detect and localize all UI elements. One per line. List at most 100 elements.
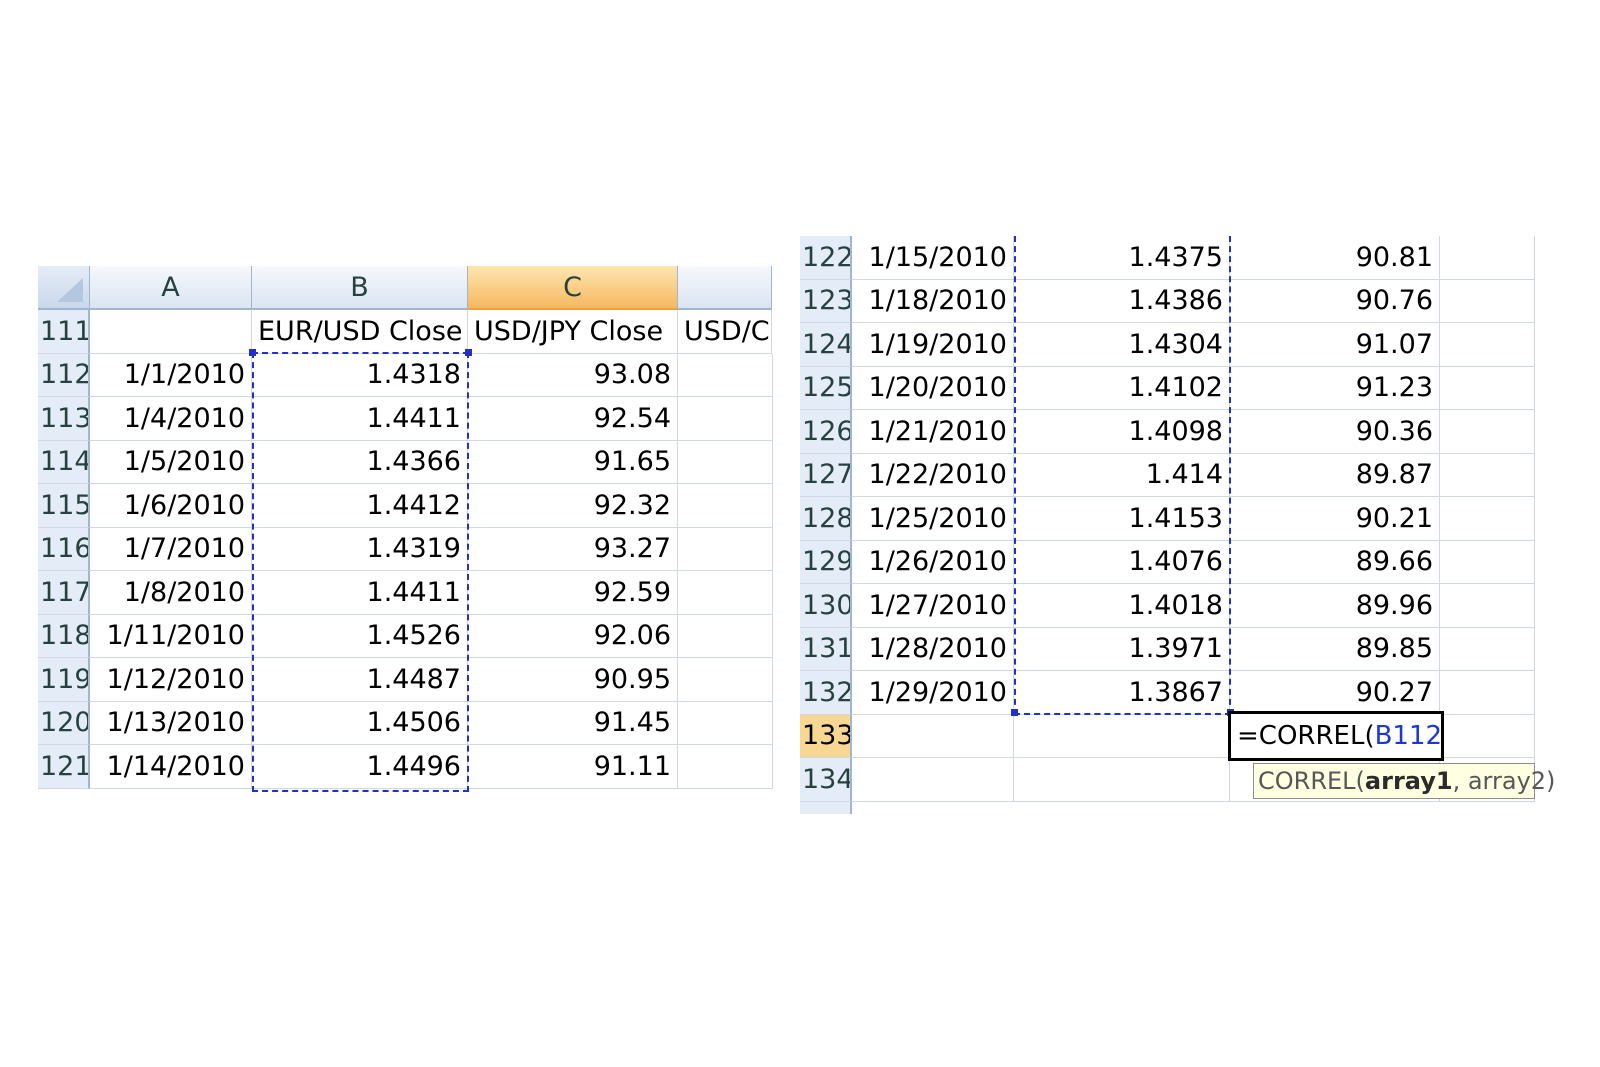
cell-d111[interactable]: USD/CI [678, 310, 772, 354]
row-header[interactable]: 132 [800, 671, 852, 715]
date-cell[interactable]: 1/11/2010 [90, 614, 252, 658]
usdchf-close-cell[interactable] [678, 701, 773, 745]
usdjpy-close-cell[interactable]: 89.96 [1230, 584, 1440, 628]
row-header[interactable]: 113 [38, 397, 90, 441]
eurusd-close-cell[interactable]: 1.4304 [1014, 323, 1230, 367]
usdjpy-close-cell[interactable]: 90.36 [1230, 410, 1440, 454]
row-header[interactable]: 129 [800, 540, 852, 584]
column-header-c[interactable]: C [468, 266, 678, 310]
cell-a134[interactable] [852, 758, 1014, 802]
eurusd-close-cell[interactable]: 1.4102 [1014, 366, 1230, 410]
usdchf-close-cell[interactable] [1440, 366, 1535, 410]
usdjpy-close-cell[interactable]: 91.07 [1230, 323, 1440, 367]
selection-corner-handle[interactable] [1011, 709, 1018, 716]
eurusd-close-cell[interactable]: 1.3867 [1014, 671, 1230, 715]
date-cell[interactable]: 1/5/2010 [90, 440, 252, 484]
date-cell[interactable]: 1/28/2010 [852, 627, 1014, 671]
usdchf-close-cell[interactable] [678, 571, 773, 615]
date-cell[interactable]: 1/4/2010 [90, 397, 252, 441]
selection-corner-handle[interactable] [465, 349, 472, 356]
usdchf-close-cell[interactable] [1440, 323, 1535, 367]
eurusd-close-cell[interactable]: 1.4375 [1014, 236, 1230, 280]
eurusd-close-cell[interactable]: 1.4319 [252, 527, 468, 571]
usdchf-close-cell[interactable] [678, 527, 773, 571]
usdchf-close-cell[interactable] [1440, 540, 1535, 584]
usdchf-close-cell[interactable] [678, 484, 773, 528]
eurusd-close-cell[interactable]: 1.4496 [252, 745, 468, 789]
date-cell[interactable]: 1/14/2010 [90, 745, 252, 789]
usdchf-close-cell[interactable] [678, 658, 773, 702]
date-cell[interactable]: 1/26/2010 [852, 540, 1014, 584]
row-header-111[interactable]: 111 [38, 310, 90, 354]
row-header-133[interactable]: 133 [800, 714, 852, 758]
cell-a133[interactable] [852, 714, 1014, 758]
usdjpy-close-cell[interactable]: 91.45 [468, 701, 678, 745]
row-header[interactable]: 123 [800, 279, 852, 323]
eurusd-close-cell[interactable]: 1.414 [1014, 453, 1230, 497]
formula-edit-cell-c133[interactable]: =CORREL(B112:B132 [1228, 711, 1444, 761]
row-header[interactable]: 121 [38, 745, 90, 789]
cell-c111[interactable]: USD/JPY Close [468, 310, 678, 354]
usdjpy-close-cell[interactable]: 90.81 [1230, 236, 1440, 280]
date-cell[interactable]: 1/27/2010 [852, 584, 1014, 628]
row-header[interactable]: 130 [800, 584, 852, 628]
eurusd-close-cell[interactable]: 1.4098 [1014, 410, 1230, 454]
usdjpy-close-cell[interactable]: 90.21 [1230, 497, 1440, 541]
row-header[interactable]: 124 [800, 323, 852, 367]
usdjpy-close-cell[interactable]: 91.65 [468, 440, 678, 484]
usdjpy-close-cell[interactable]: 93.08 [468, 353, 678, 397]
usdjpy-close-cell[interactable]: 89.87 [1230, 453, 1440, 497]
date-cell[interactable]: 1/19/2010 [852, 323, 1014, 367]
usdchf-close-cell[interactable] [1440, 410, 1535, 454]
row-header[interactable]: 119 [38, 658, 90, 702]
cell-b133[interactable] [1014, 714, 1230, 758]
usdjpy-close-cell[interactable]: 91.11 [468, 745, 678, 789]
date-cell[interactable]: 1/29/2010 [852, 671, 1014, 715]
select-all-corner[interactable] [38, 266, 90, 310]
date-cell[interactable]: 1/21/2010 [852, 410, 1014, 454]
eurusd-close-cell[interactable]: 1.4412 [252, 484, 468, 528]
usdchf-close-cell[interactable] [678, 353, 773, 397]
usdjpy-close-cell[interactable]: 92.32 [468, 484, 678, 528]
column-header-b[interactable]: B [252, 266, 468, 310]
date-cell[interactable]: 1/6/2010 [90, 484, 252, 528]
date-cell[interactable]: 1/13/2010 [90, 701, 252, 745]
cell-a111[interactable] [90, 310, 252, 354]
eurusd-close-cell[interactable]: 1.4411 [252, 571, 468, 615]
row-header-134[interactable]: 134 [800, 758, 852, 802]
row-header[interactable]: 115 [38, 484, 90, 528]
usdchf-close-cell[interactable] [1440, 236, 1535, 280]
row-header[interactable]: 120 [38, 701, 90, 745]
usdchf-close-cell[interactable] [678, 397, 773, 441]
date-cell[interactable]: 1/1/2010 [90, 353, 252, 397]
eurusd-close-cell[interactable]: 1.4018 [1014, 584, 1230, 628]
date-cell[interactable]: 1/7/2010 [90, 527, 252, 571]
eurusd-close-cell[interactable]: 1.4386 [1014, 279, 1230, 323]
usdjpy-close-cell[interactable]: 90.27 [1230, 671, 1440, 715]
cell-d133[interactable] [1440, 714, 1535, 758]
usdchf-close-cell[interactable] [678, 745, 773, 789]
eurusd-close-cell[interactable]: 1.4487 [252, 658, 468, 702]
row-header[interactable]: 131 [800, 627, 852, 671]
usdjpy-close-cell[interactable]: 92.54 [468, 397, 678, 441]
row-header-135[interactable] [800, 801, 852, 814]
row-header[interactable]: 118 [38, 614, 90, 658]
eurusd-close-cell[interactable]: 1.3971 [1014, 627, 1230, 671]
date-cell[interactable]: 1/20/2010 [852, 366, 1014, 410]
selection-corner-handle[interactable] [249, 349, 256, 356]
eurusd-close-cell[interactable]: 1.4318 [252, 353, 468, 397]
cell-b111[interactable]: EUR/USD Close [252, 310, 468, 354]
usdchf-close-cell[interactable] [678, 614, 773, 658]
date-cell[interactable]: 1/25/2010 [852, 497, 1014, 541]
row-header[interactable]: 112 [38, 353, 90, 397]
eurusd-close-cell[interactable]: 1.4153 [1014, 497, 1230, 541]
usdchf-close-cell[interactable] [1440, 627, 1535, 671]
date-cell[interactable]: 1/15/2010 [852, 236, 1014, 280]
usdjpy-close-cell[interactable]: 89.85 [1230, 627, 1440, 671]
row-header[interactable]: 125 [800, 366, 852, 410]
row-header[interactable]: 122 [800, 236, 852, 280]
row-header[interactable]: 116 [38, 527, 90, 571]
usdchf-close-cell[interactable] [1440, 453, 1535, 497]
row-header[interactable]: 127 [800, 453, 852, 497]
usdchf-close-cell[interactable] [678, 440, 773, 484]
